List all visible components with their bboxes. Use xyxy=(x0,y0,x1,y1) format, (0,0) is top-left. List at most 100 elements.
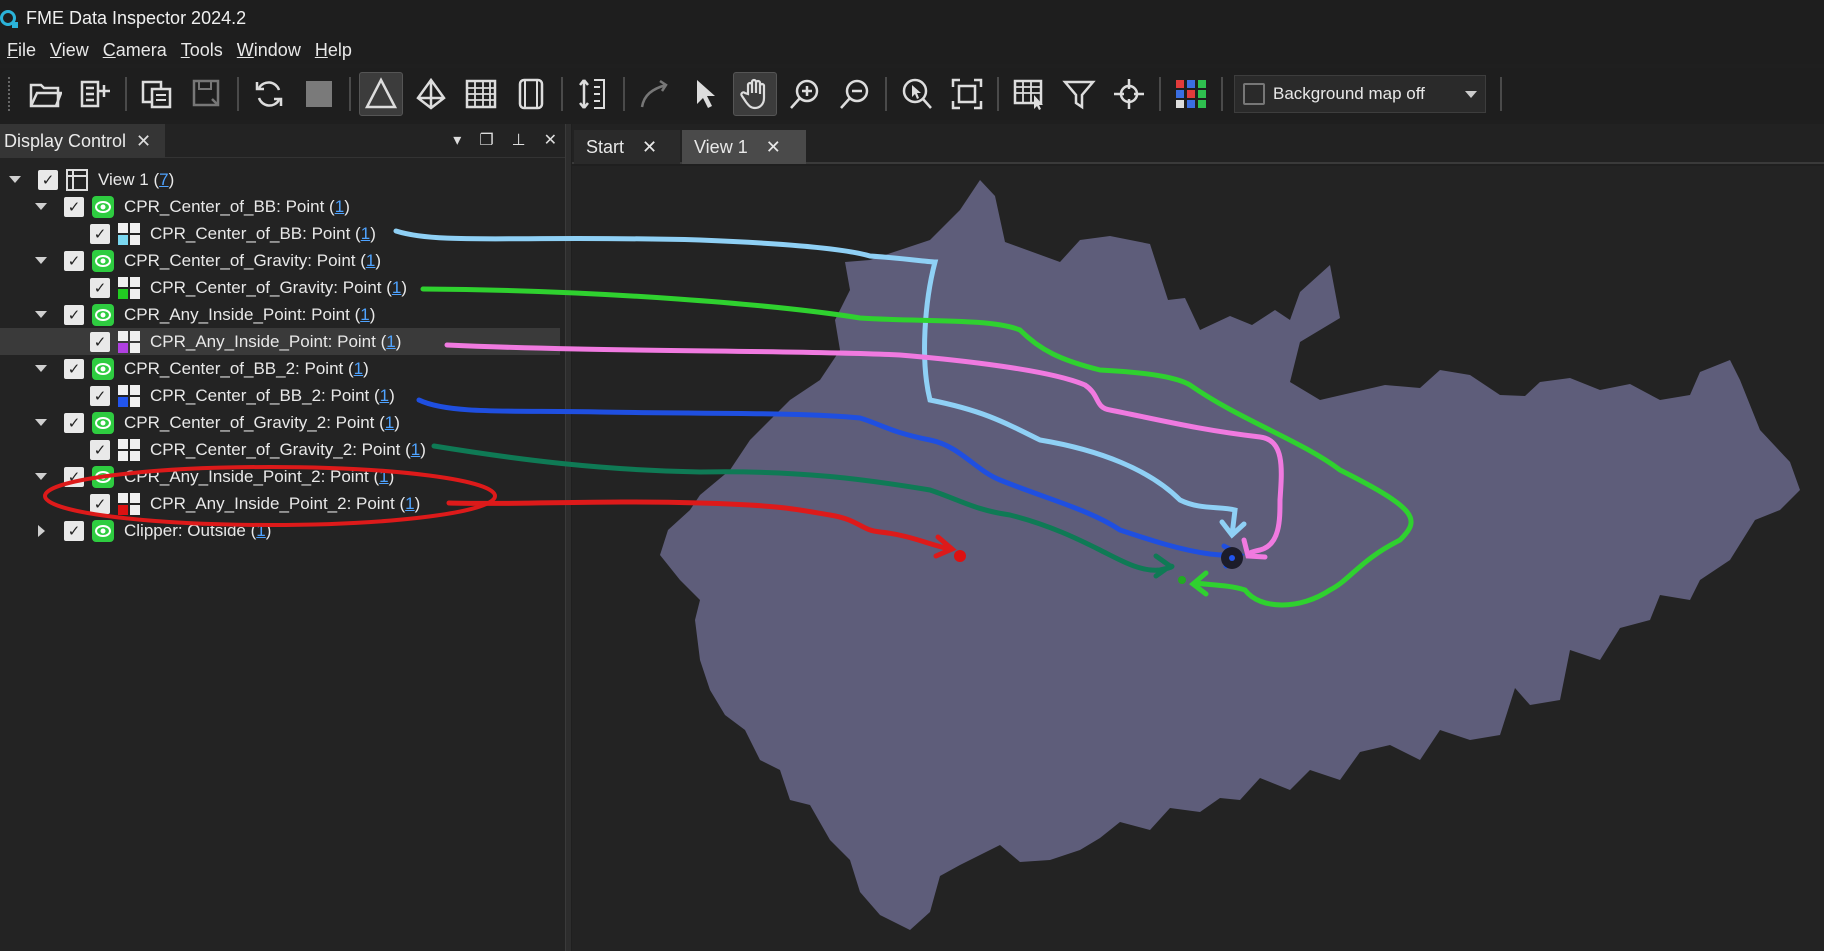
select-button[interactable] xyxy=(683,72,727,116)
menu-view[interactable]: View xyxy=(43,40,96,61)
frame-view-button[interactable] xyxy=(509,72,553,116)
open-button[interactable] xyxy=(23,72,67,116)
add-dataset-button[interactable] xyxy=(73,72,117,116)
orthographic-button[interactable] xyxy=(409,72,453,116)
menu-window[interactable]: Window xyxy=(230,40,308,61)
float-icon[interactable]: ❐ xyxy=(479,130,493,150)
chevron-down-icon[interactable] xyxy=(34,362,48,376)
menu-file[interactable]: File xyxy=(0,40,43,61)
chevron-right-icon[interactable] xyxy=(34,524,48,538)
feature-count-link[interactable]: 1 xyxy=(360,305,369,325)
measure-button[interactable] xyxy=(571,72,615,116)
tree-layer-row[interactable]: ✓ CPR_Center_of_BB: Point (1) xyxy=(0,193,560,220)
panel-splitter[interactable] xyxy=(565,124,571,951)
tree-feature-row[interactable]: ✓ CPR_Any_Inside_Point_2: Point (1) xyxy=(0,490,560,517)
style-swatch-icon[interactable] xyxy=(118,276,140,299)
visibility-checkbox[interactable]: ✓ xyxy=(90,331,110,352)
visibility-checkbox[interactable]: ✓ xyxy=(64,466,84,487)
save-button[interactable] xyxy=(185,72,229,116)
visibility-checkbox[interactable]: ✓ xyxy=(38,169,58,190)
panel-close-icon[interactable]: ✕ xyxy=(544,130,557,150)
tree-feature-row[interactable]: ✓ CPR_Any_Inside_Point: Point (1) xyxy=(0,328,560,355)
zoom-extent-button[interactable] xyxy=(945,72,989,116)
feature-count-link[interactable]: 1 xyxy=(386,332,395,352)
feature-count-link[interactable]: 1 xyxy=(354,359,363,379)
feature-count-link[interactable]: 1 xyxy=(405,494,414,514)
visibility-checkbox[interactable]: ✓ xyxy=(90,439,110,460)
style-swatch-icon[interactable] xyxy=(118,492,140,515)
visibility-checkbox[interactable]: ✓ xyxy=(64,412,84,433)
feature-count-link[interactable]: 1 xyxy=(256,521,265,541)
display-control-tab[interactable]: Display Control ✕ xyxy=(0,124,165,158)
feature-count-link[interactable]: 1 xyxy=(411,440,420,460)
close-icon[interactable]: ✕ xyxy=(642,137,657,158)
visibility-checkbox[interactable]: ✓ xyxy=(64,250,84,271)
tree-root-view[interactable]: ✓ View 1 (7) xyxy=(0,166,560,193)
table-view-button[interactable] xyxy=(459,72,503,116)
feature-count-link[interactable]: 1 xyxy=(335,197,344,217)
tree-feature-row[interactable]: ✓ CPR_Center_of_Gravity: Point (1) xyxy=(0,274,560,301)
chevron-down-icon[interactable] xyxy=(34,470,48,484)
tree-feature-row[interactable]: ✓ CPR_Center_of_BB_2: Point (1) xyxy=(0,382,560,409)
feature-count-link[interactable]: 1 xyxy=(361,224,370,244)
style-swatch-icon[interactable] xyxy=(118,330,140,353)
tree-layer-row[interactable]: ✓ CPR_Any_Inside_Point: Point (1) xyxy=(0,301,560,328)
feature-count-link[interactable]: 7 xyxy=(159,170,168,190)
visibility-checkbox[interactable]: ✓ xyxy=(90,385,110,406)
close-icon[interactable]: ✕ xyxy=(136,131,151,152)
tree-label: CPR_Any_Inside_Point: Point ( xyxy=(150,331,387,351)
chevron-down-icon[interactable] xyxy=(34,416,48,430)
zoom-selection-button[interactable] xyxy=(895,72,939,116)
tree-layer-row[interactable]: ✓ CPR_Any_Inside_Point_2: Point (1) xyxy=(0,463,560,490)
menu-camera[interactable]: Camera xyxy=(96,40,174,61)
feature-count-link[interactable]: 1 xyxy=(380,386,389,406)
feature-count-link[interactable]: 1 xyxy=(385,413,394,433)
visibility-checkbox[interactable]: ✓ xyxy=(90,277,110,298)
color-grid-button[interactable] xyxy=(1169,72,1213,116)
chevron-down-icon[interactable] xyxy=(34,308,48,322)
tree-layer-row[interactable]: ✓ CPR_Center_of_BB_2: Point (1) xyxy=(0,355,560,382)
style-swatch-icon[interactable] xyxy=(118,222,140,245)
visibility-checkbox[interactable]: ✓ xyxy=(64,304,84,325)
visibility-checkbox[interactable]: ✓ xyxy=(64,520,84,541)
tree-layer-row[interactable]: ✓ CPR_Center_of_Gravity: Point (1) xyxy=(0,247,560,274)
tree-layer-row[interactable]: ✓ CPR_Center_of_Gravity_2: Point (1) xyxy=(0,409,560,436)
copy-button[interactable] xyxy=(135,72,179,116)
chevron-down-icon[interactable] xyxy=(34,254,48,268)
visibility-checkbox[interactable]: ✓ xyxy=(64,358,84,379)
visibility-checkbox[interactable]: ✓ xyxy=(90,223,110,244)
panel-menu-icon[interactable]: ▾ xyxy=(453,130,461,150)
tree-layer-row[interactable]: ✓ Clipper: Outside (1) xyxy=(0,517,560,544)
menu-help[interactable]: Help xyxy=(308,40,359,61)
feature-count-link[interactable]: 1 xyxy=(392,278,401,298)
3d-view-button[interactable] xyxy=(359,72,403,116)
crosshair-button[interactable] xyxy=(1107,72,1151,116)
close-icon[interactable]: ✕ xyxy=(766,137,781,158)
filter-button[interactable] xyxy=(1057,72,1101,116)
feature-count-link[interactable]: 1 xyxy=(366,251,375,271)
refresh-button[interactable] xyxy=(247,72,291,116)
table-select-button[interactable] xyxy=(1007,72,1051,116)
tab-view-1[interactable]: View 1 ✕ xyxy=(682,130,806,164)
pan-button[interactable] xyxy=(733,72,777,116)
style-swatch-icon[interactable] xyxy=(118,438,140,461)
curve-tool-button[interactable] xyxy=(633,72,677,116)
visibility-checkbox[interactable]: ✓ xyxy=(64,196,84,217)
menu-tools[interactable]: Tools xyxy=(174,40,230,61)
chevron-down-icon[interactable] xyxy=(8,173,22,187)
pin-icon[interactable]: ⊥ xyxy=(512,130,526,150)
tree-feature-row[interactable]: ✓ CPR_Center_of_Gravity_2: Point (1) xyxy=(0,436,560,463)
feature-count-link[interactable]: 1 xyxy=(379,467,388,487)
chevron-down-icon[interactable] xyxy=(34,200,48,214)
visibility-checkbox[interactable]: ✓ xyxy=(90,493,110,514)
style-swatch-icon[interactable] xyxy=(118,384,140,407)
zoom-in-button[interactable] xyxy=(783,72,827,116)
zoom-out-button[interactable] xyxy=(833,72,877,116)
map-canvas[interactable] xyxy=(572,166,1824,951)
toolbar-grip[interactable] xyxy=(8,77,12,111)
swatch-cell xyxy=(118,384,128,395)
background-map-select[interactable]: Background map off xyxy=(1234,75,1486,113)
stop-button[interactable] xyxy=(297,72,341,116)
tab-start[interactable]: Start ✕ xyxy=(574,130,680,164)
tree-feature-row[interactable]: ✓ CPR_Center_of_BB: Point (1) xyxy=(0,220,560,247)
